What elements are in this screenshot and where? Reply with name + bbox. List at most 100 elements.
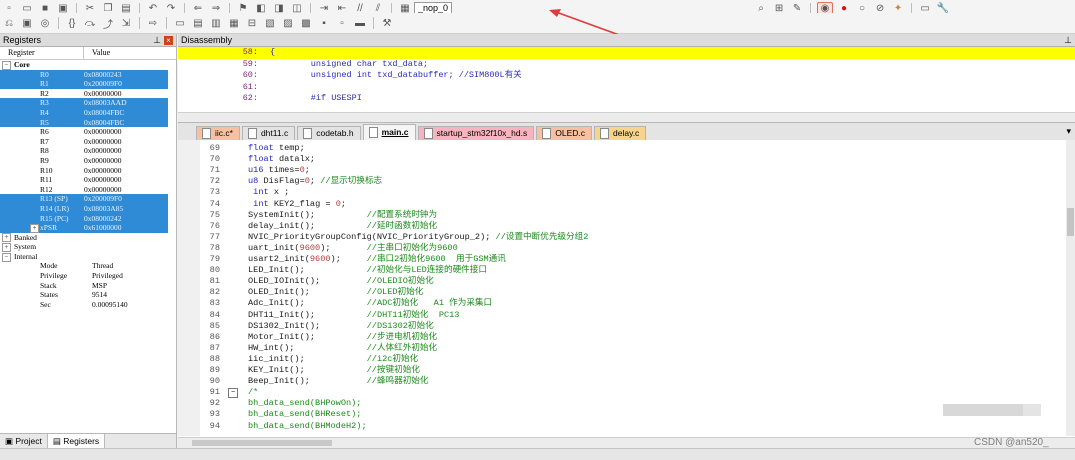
pin-icon[interactable]: ⊥ — [1064, 35, 1072, 45]
code-line[interactable]: 89 KEY_Init(); //按键初始化 — [178, 365, 420, 376]
file-tab[interactable]: startup_stm32f10x_hd.s — [417, 126, 535, 140]
step-over-icon[interactable]: ⤼ — [83, 17, 97, 29]
file-tab[interactable]: OLED.c — [536, 126, 592, 140]
code-line[interactable]: 73 int x ; — [178, 187, 290, 198]
col-value[interactable]: Value — [84, 47, 176, 59]
tab-project[interactable]: ▣ Project — [0, 434, 48, 448]
register-row[interactable]: R9 0x00000000 — [0, 156, 176, 166]
file-tab[interactable]: codetab.h — [297, 126, 361, 140]
code-line[interactable]: 92 bh_data_send(BHPowOn); — [178, 398, 362, 409]
tree-internal[interactable]: − Internal — [0, 252, 176, 262]
tab-registers[interactable]: ▤ Registers — [47, 434, 106, 448]
collapse-icon[interactable]: − — [2, 252, 11, 262]
expand-icon[interactable]: + — [30, 224, 39, 234]
expand-icon[interactable]: + — [2, 233, 11, 243]
code-line[interactable]: 88 iic_init(); //i2c初始化 — [178, 354, 419, 365]
debug-toolbar: ⎌ ▣ ◎ {} ⤼ ⤴ ⇲ ⇨ ▭ ▤ ▥ ▦ ⊟ ▧ ▨ ▩ ▪ ▫ ▬ ⚒ — [0, 13, 1075, 34]
scrollbar-thumb[interactable] — [1067, 208, 1074, 236]
register-name: R7 — [40, 136, 49, 146]
register-name: xPSR — [0, 223, 84, 233]
stop-icon[interactable]: ◎ — [38, 17, 52, 29]
run-to-cursor-icon[interactable]: ⇲ — [119, 17, 133, 29]
code-line[interactable]: 69 float temp; — [178, 143, 305, 154]
code-line[interactable]: 82 OLED_Init(); //OLED初始化 — [178, 287, 424, 298]
watch-window-icon[interactable]: ▧ — [263, 17, 277, 29]
register-row[interactable]: R0 0x08000243 — [0, 69, 176, 80]
step-out-icon[interactable]: ⤴ — [101, 17, 115, 31]
code-line[interactable]: 83 Adc_Init(); //ADC初始化 A1 作为采集口 — [178, 298, 492, 309]
code-line[interactable]: 90 Beep_Init(); //蜂鸣器初始化 — [178, 376, 429, 387]
code-line[interactable]: 81 OLED_IOInit(); //OLEDIO初始化 — [178, 276, 434, 287]
vertical-scrollbar[interactable] — [1066, 140, 1075, 436]
code-line[interactable]: 84 DHT11_Init(); //DHT11初始化 PC13 — [178, 310, 460, 321]
line-code: HW_int(); //人体红外初始化 — [248, 342, 438, 353]
command-window-icon[interactable]: ▭ — [173, 17, 187, 29]
symbols-window-icon[interactable]: ▥ — [209, 17, 223, 29]
register-row[interactable]: R12 0x00000000 — [0, 185, 176, 195]
collapse-icon[interactable]: − — [2, 60, 11, 70]
analysis-window-icon[interactable]: ▪ — [317, 17, 331, 29]
reset-icon[interactable]: ⎌ — [2, 17, 16, 29]
code-line[interactable]: 93 bh_data_send(BHReset); — [178, 409, 362, 420]
register-row[interactable]: R8 0x00000000 — [0, 146, 176, 156]
code-line[interactable]: 87 HW_int(); //人体红外初始化 — [178, 343, 437, 354]
status-bar — [0, 448, 1075, 460]
trace-window-icon[interactable]: ▫ — [335, 17, 349, 29]
register-row[interactable]: R7 0x00000000 — [0, 137, 176, 147]
memory-window-icon[interactable]: ▨ — [281, 17, 295, 29]
horizontal-scrollbar[interactable] — [178, 112, 1075, 122]
code-line[interactable]: 75 SystemInit(); //配置系统时钟为 — [178, 210, 437, 221]
register-row[interactable]: R2 0x00000000 — [0, 89, 176, 99]
register-row[interactable]: xPSR 0x61000000 + — [0, 223, 176, 234]
code-editor[interactable]: 69 float temp; 70 float datalx; 71 u16 times=… — [178, 140, 1075, 448]
register-row[interactable]: R13 (SP) 0x200009F0 — [0, 194, 176, 204]
toolbox-icon[interactable]: ⚒ — [380, 17, 394, 29]
code-line[interactable]: 77 NVIC_PriorityGroupConfig(NVIC_Priority… — [178, 232, 589, 243]
code-line[interactable]: 70 float datalx; — [178, 154, 315, 165]
register-row[interactable]: R15 (PC) 0x08000242 — [0, 213, 176, 224]
register-row[interactable]: R10 0x00000000 — [0, 166, 176, 176]
code-line[interactable]: 86 Motor_Init(); //步进电机初始化 — [178, 332, 437, 343]
close-icon[interactable]: × — [164, 36, 173, 45]
serial-window-icon[interactable]: ▩ — [299, 17, 313, 29]
file-tab[interactable]: delay.c — [594, 126, 647, 140]
register-row[interactable]: R11 0x00000000 — [0, 175, 176, 185]
show-next-statement-icon[interactable]: ⇨ — [146, 17, 160, 29]
call-stack-icon[interactable]: ⊟ — [245, 17, 259, 29]
registers-window-icon[interactable]: ▦ — [227, 17, 241, 29]
code-line[interactable]: 80 LED_Init(); //初始化与LED连接的硬件接口 — [178, 265, 487, 276]
file-tab[interactable]: main.c — [362, 124, 416, 140]
line-code: KEY_Init(); //按键初始化 — [248, 365, 420, 375]
code-line[interactable]: 91 /* — [178, 387, 259, 398]
register-row[interactable]: R3 0x08003AAD — [0, 98, 176, 108]
code-line[interactable]: 79 usart2_init(9600); //串口2初始化9600 用于GSM通… — [178, 254, 506, 265]
file-tab[interactable]: dht11.c — [241, 126, 296, 140]
tabs-menu-icon[interactable]: ▾ — [1066, 126, 1071, 137]
code-line[interactable]: 78 uart_init(9600); //主串口初始化为9600 — [178, 243, 458, 254]
code-line[interactable]: 71 u16 times=0; — [178, 165, 310, 176]
tree-banked[interactable]: + Banked — [0, 233, 176, 243]
step-into-icon[interactable]: {} — [65, 17, 79, 29]
horizontal-scrollbar[interactable] — [178, 437, 1075, 448]
register-row[interactable]: R4 0x08004FBC — [0, 107, 176, 118]
register-row[interactable]: R5 0x08004FBC — [0, 117, 176, 128]
tree-system[interactable]: + System — [0, 242, 176, 253]
tree-core[interactable]: − Core — [0, 60, 176, 70]
system-viewer-icon[interactable]: ▬ — [353, 17, 367, 29]
code-line[interactable]: 72 u8 DisFlag=0; //显示切换标志 — [178, 176, 382, 187]
register-row[interactable]: R14 (LR) 0x08003A85 — [0, 203, 176, 214]
disassembly-window-icon[interactable]: ▤ — [191, 17, 205, 29]
register-row[interactable]: R6 0x00000000 — [0, 127, 176, 137]
col-register[interactable]: Register — [0, 47, 84, 59]
file-tab[interactable]: iic.c* — [196, 126, 240, 140]
run-icon[interactable]: ▣ — [20, 17, 34, 29]
scrollbar-thumb[interactable] — [192, 440, 332, 446]
register-row[interactable]: R1 0x200009F0 — [0, 79, 176, 89]
code-line[interactable]: 85 DS1302_Init(); //DS1302初始化 — [178, 321, 434, 332]
fold-collapse-icon[interactable]: − — [228, 388, 238, 399]
code-line[interactable]: 94 bh_data_send(BHModeH2); — [178, 421, 367, 432]
code-line[interactable]: 76 delay_init(); //延时函数初始化 — [178, 221, 437, 232]
expand-icon[interactable]: + — [2, 243, 11, 253]
pin-icon[interactable]: ⊥ — [153, 35, 161, 45]
code-line[interactable]: 74 int KEY2_flag = 0; — [178, 199, 346, 210]
